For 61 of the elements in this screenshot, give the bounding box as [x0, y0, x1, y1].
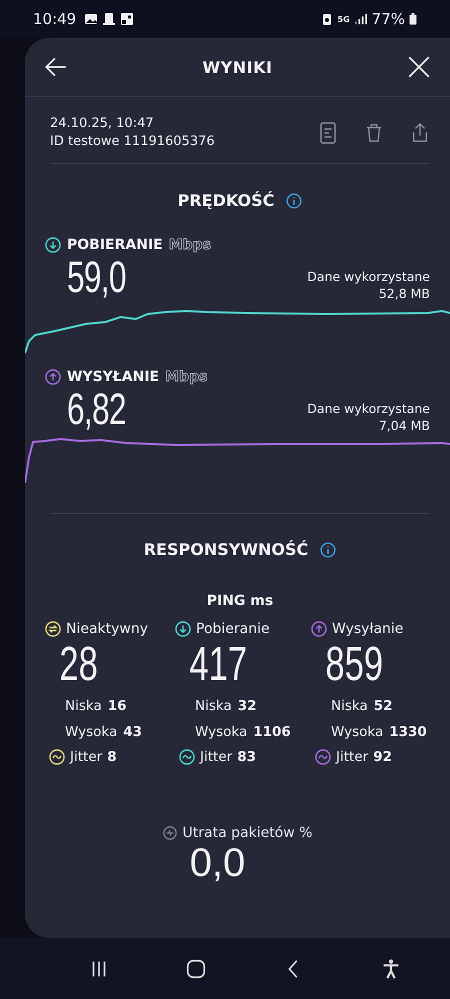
stat-label: Jitter [70, 749, 102, 765]
battery-level: 77% [372, 10, 405, 28]
stat-label: Wysoka [65, 723, 118, 742]
stat-label: Jitter [336, 749, 368, 765]
unit-label: Mbps [165, 369, 208, 385]
stat-label: Niska [65, 697, 102, 716]
ping-value: 417 [188, 637, 248, 693]
unit-label: Mbps [168, 237, 212, 253]
info-icon[interactable] [286, 192, 302, 208]
home-button[interactable] [185, 958, 208, 980]
ping-label: Pobieranie [196, 621, 270, 637]
screen-title: WYNIKI [202, 58, 272, 76]
ping-value: 859 [324, 637, 384, 693]
network-type: 5G [338, 14, 350, 24]
jitter-icon [315, 749, 331, 765]
stat-value: 32 [238, 697, 257, 716]
stat-label: Jitter [200, 749, 232, 765]
jitter-icon [49, 749, 65, 765]
jitter-icon [179, 749, 195, 765]
stat-value: 43 [123, 723, 142, 742]
ping-title: PING ms [206, 593, 274, 609]
stat-value: 16 [108, 697, 127, 716]
stat-value: 1330 [389, 723, 427, 742]
data-used-label: Dane wykorzystane [307, 400, 430, 417]
ping-label: Wysyłanie [332, 621, 404, 637]
speed-value: 59,0 [67, 253, 126, 303]
battery-icon [409, 13, 417, 25]
measurement-label: WYSYŁANIE [67, 369, 160, 385]
stat-label: Wysoka [331, 723, 384, 742]
measurement-label: POBIERANIE [67, 237, 163, 253]
stat-label: Wysoka [195, 723, 248, 742]
test-date: 24.10.25, 10:47 [50, 115, 155, 133]
stat-label: Niska [195, 697, 232, 716]
stat-value: 1106 [253, 723, 291, 742]
image-icon [120, 12, 134, 26]
status-time: 10:49 [33, 10, 76, 28]
stat-value: 92 [373, 749, 392, 765]
section-title: PRĘDKOŚĆ [178, 191, 274, 210]
device-icon [102, 12, 116, 26]
trash-icon[interactable] [364, 121, 384, 145]
document-icon[interactable] [318, 121, 338, 145]
stat-value: 52 [374, 697, 393, 716]
info-icon[interactable] [320, 542, 336, 558]
stat-label: Niska [331, 697, 368, 716]
test-id: ID testowe 11191605376 [50, 133, 216, 151]
packet-loss-icon [162, 826, 177, 840]
section-title: RESPONSYWNOŚĆ [144, 540, 308, 559]
stat-value: 8 [107, 749, 117, 765]
packet-loss-label: Utrata pakietów % [182, 825, 312, 841]
close-button[interactable] [406, 54, 432, 80]
data-used-value: 52,8 MB [378, 285, 430, 302]
ping-value: 28 [58, 637, 99, 693]
share-icon[interactable] [410, 121, 430, 145]
signal-icon [354, 13, 368, 25]
stat-value: 83 [237, 749, 256, 765]
ping-label: Nieaktywny [66, 621, 148, 637]
data-used-value: 7,04 MB [378, 417, 430, 434]
gallery-icon [84, 12, 98, 26]
speed-value: 6,82 [67, 385, 126, 435]
data-used-label: Dane wykorzystane [307, 268, 430, 285]
packet-loss-value: 0,0 [190, 841, 246, 885]
